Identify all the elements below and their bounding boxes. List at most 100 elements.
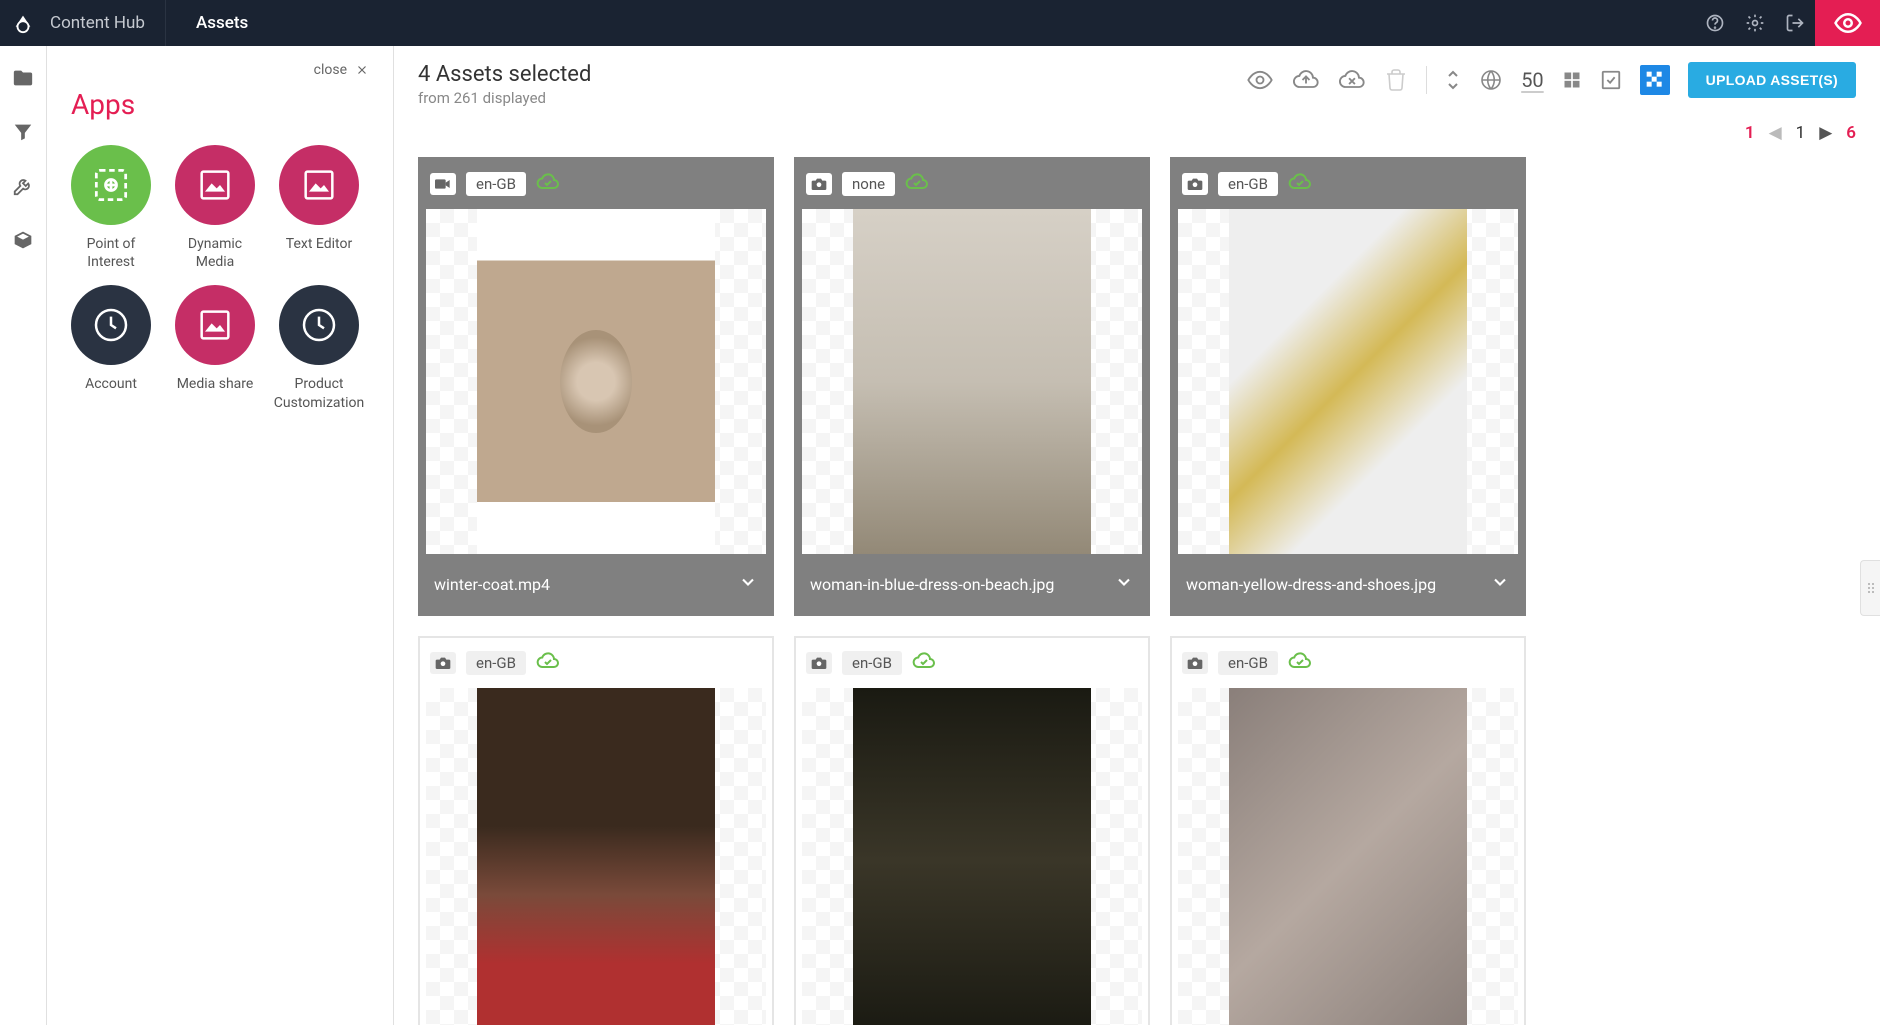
close-icon: [355, 63, 369, 77]
tools-icon[interactable]: [11, 174, 35, 198]
apps-title: Apps: [71, 88, 369, 121]
apps-panel: close Apps Point of Interest Dynamic Medi…: [47, 46, 394, 1025]
asset-card[interactable]: en-GB: [794, 636, 1150, 1025]
app-label: Dynamic Media: [175, 235, 255, 271]
app-label: Account: [85, 375, 137, 393]
app-label: Media share: [177, 375, 254, 393]
photo-type-icon: [806, 652, 832, 674]
app-item-1[interactable]: Dynamic Media: [175, 145, 255, 271]
cloud-synced-icon: [912, 651, 936, 675]
section-title[interactable]: Assets: [166, 13, 278, 33]
photo-type-icon: [430, 652, 456, 674]
apps-close-button[interactable]: close: [71, 62, 369, 78]
app-icon: [175, 285, 255, 365]
help-icon[interactable]: [1695, 0, 1735, 46]
cloud-delete-icon[interactable]: [1338, 66, 1366, 94]
page-first[interactable]: 1: [1745, 123, 1755, 143]
app-item-4[interactable]: Media share: [175, 285, 255, 411]
brand-logo[interactable]: [0, 0, 46, 46]
close-label: close: [314, 62, 347, 78]
package-icon[interactable]: [11, 228, 35, 252]
app-icon: [279, 145, 359, 225]
page-next-icon[interactable]: ▶: [1819, 123, 1832, 143]
app-item-2[interactable]: Text Editor: [279, 145, 359, 271]
preview-icon[interactable]: [1246, 66, 1274, 94]
chevron-down-icon[interactable]: [1490, 572, 1510, 596]
toolbar-separator: [1426, 66, 1427, 94]
app-icon: [175, 145, 255, 225]
asset-thumbnail[interactable]: [802, 688, 1142, 1025]
card-header: en-GB: [420, 159, 772, 209]
select-mode-icon[interactable]: [1600, 69, 1622, 91]
asset-thumbnail[interactable]: [426, 688, 766, 1025]
asset-thumbnail[interactable]: [426, 209, 766, 554]
chevron-down-icon[interactable]: [1114, 572, 1134, 596]
sort-updown-icon[interactable]: [1445, 67, 1461, 93]
cloud-synced-icon: [1288, 172, 1312, 196]
brand-name[interactable]: Content Hub: [46, 13, 165, 33]
app-item-3[interactable]: Account: [71, 285, 151, 411]
card-footer: woman-in-blue-dress-on-beach.jpg: [796, 554, 1148, 614]
header: Content Hub Assets: [0, 0, 1880, 46]
photo-type-icon: [1182, 652, 1208, 674]
card-header: en-GB: [796, 638, 1148, 688]
photo-type-icon: [1182, 173, 1208, 195]
cloud-upload-icon[interactable]: [1292, 66, 1320, 94]
locale-badge: none: [842, 172, 895, 196]
card-header: en-GB: [420, 638, 772, 688]
asset-card[interactable]: en-GB winter-coat.mp4: [418, 157, 774, 616]
card-header: en-GB: [1172, 638, 1524, 688]
locale-badge: en-GB: [466, 651, 526, 675]
upload-assets-button[interactable]: UPLOAD ASSET(S): [1688, 62, 1856, 98]
app-label: Text Editor: [286, 235, 352, 253]
app-label: Point of Interest: [71, 235, 151, 271]
right-panel-handle[interactable]: [1860, 560, 1880, 616]
gear-icon[interactable]: [1735, 0, 1775, 46]
asset-card[interactable]: none woman-in-blue-dress-on-beach.jpg: [794, 157, 1150, 616]
app-item-0[interactable]: Point of Interest: [71, 145, 151, 271]
folder-icon[interactable]: [11, 66, 35, 90]
selection-title: 4 Assets selected: [418, 62, 1246, 87]
globe-icon[interactable]: [1479, 68, 1503, 92]
grid-view-icon[interactable]: [1562, 70, 1582, 90]
card-header: none: [796, 159, 1148, 209]
cloud-synced-icon: [536, 172, 560, 196]
asset-thumbnail[interactable]: [1178, 688, 1518, 1025]
cloud-synced-icon: [536, 651, 560, 675]
cloud-synced-icon: [905, 172, 929, 196]
logout-icon[interactable]: [1775, 0, 1815, 46]
page-prev-icon[interactable]: ◀: [1769, 123, 1782, 143]
app-icon: [279, 285, 359, 365]
page-total[interactable]: 6: [1846, 123, 1856, 143]
locale-badge: en-GB: [842, 651, 902, 675]
asset-filename: winter-coat.mp4: [434, 575, 550, 594]
card-footer: woman-yellow-dress-and-shoes.jpg: [1172, 554, 1524, 614]
app-icon: [71, 145, 151, 225]
card-footer: winter-coat.mp4: [420, 554, 772, 614]
asset-card[interactable]: en-GB: [1170, 636, 1526, 1025]
preview-toggle[interactable]: [1815, 0, 1880, 46]
asset-filename: woman-in-blue-dress-on-beach.jpg: [810, 575, 1054, 594]
asset-card[interactable]: en-GB woman-yellow-dress-and-shoes.jpg: [1170, 157, 1526, 616]
locale-badge: en-GB: [1218, 651, 1278, 675]
filter-icon[interactable]: [11, 120, 35, 144]
card-header: en-GB: [1172, 159, 1524, 209]
checkerboard-toggle[interactable]: [1640, 65, 1670, 95]
asset-card[interactable]: en-GB: [418, 636, 774, 1025]
page-number: 1: [1796, 123, 1806, 143]
toolbar: 4 Assets selected from 261 displayed 50 …: [394, 46, 1880, 117]
chevron-down-icon[interactable]: [738, 572, 758, 596]
asset-thumbnail[interactable]: [1178, 209, 1518, 554]
app-item-5[interactable]: Product Customization: [279, 285, 359, 411]
selection-subtitle: from 261 displayed: [418, 89, 1246, 107]
left-rail: [0, 46, 47, 1025]
asset-thumbnail[interactable]: [802, 209, 1142, 554]
photo-type-icon: [806, 173, 832, 195]
locale-badge: en-GB: [1218, 172, 1278, 196]
page-size[interactable]: 50: [1521, 68, 1543, 92]
asset-grid: en-GB winter-coat.mp4 none woman-in-blue-dr…: [394, 157, 1880, 1025]
trash-icon[interactable]: [1384, 68, 1408, 92]
pagination: 1 ◀ 1 ▶ 6: [394, 117, 1880, 157]
app-label: Product Customization: [274, 375, 364, 411]
app-icon: [71, 285, 151, 365]
